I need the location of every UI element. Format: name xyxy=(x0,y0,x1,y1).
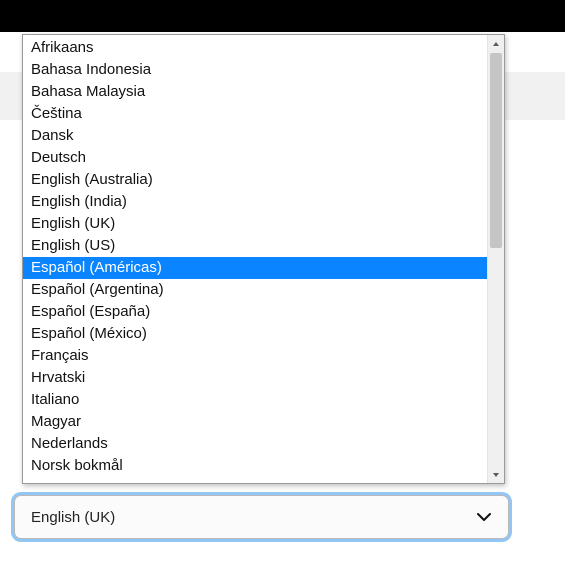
language-option[interactable]: Bahasa Indonesia xyxy=(23,59,487,81)
language-option[interactable]: Español (Américas) xyxy=(23,257,487,279)
language-option[interactable]: Dansk xyxy=(23,125,487,147)
language-option[interactable]: Nederlands xyxy=(23,433,487,455)
language-select-value: English (UK) xyxy=(31,509,115,526)
scroll-down-button[interactable] xyxy=(488,466,504,483)
language-dropdown: AfrikaansBahasa IndonesiaBahasa Malaysia… xyxy=(22,34,505,484)
language-option[interactable]: Español (Argentina) xyxy=(23,279,487,301)
language-option[interactable]: English (Australia) xyxy=(23,169,487,191)
page-body: English (UK) AfrikaansBahasa IndonesiaBa… xyxy=(0,32,565,569)
language-option[interactable]: English (UK) xyxy=(23,213,487,235)
language-select[interactable]: English (UK) xyxy=(14,495,509,539)
language-option[interactable]: Italiano xyxy=(23,389,487,411)
language-option[interactable]: Bahasa Malaysia xyxy=(23,81,487,103)
language-option[interactable]: Hrvatski xyxy=(23,367,487,389)
window-top-bar xyxy=(0,0,565,32)
language-option[interactable]: Magyar xyxy=(23,411,487,433)
scroll-thumb[interactable] xyxy=(490,53,502,248)
language-option[interactable]: Español (España) xyxy=(23,301,487,323)
language-option[interactable]: Norsk bokmål xyxy=(23,455,487,477)
scroll-up-button[interactable] xyxy=(488,35,504,52)
language-options-list: AfrikaansBahasa IndonesiaBahasa Malaysia… xyxy=(23,35,487,483)
language-option[interactable]: Español (México) xyxy=(23,323,487,345)
language-option[interactable]: Deutsch xyxy=(23,147,487,169)
language-option[interactable]: Afrikaans xyxy=(23,37,487,59)
chevron-down-icon xyxy=(476,509,492,525)
language-option[interactable]: English (India) xyxy=(23,191,487,213)
language-option[interactable]: Français xyxy=(23,345,487,367)
language-option[interactable]: English (US) xyxy=(23,235,487,257)
scrollbar[interactable] xyxy=(487,35,504,483)
language-option[interactable]: Čeština xyxy=(23,103,487,125)
